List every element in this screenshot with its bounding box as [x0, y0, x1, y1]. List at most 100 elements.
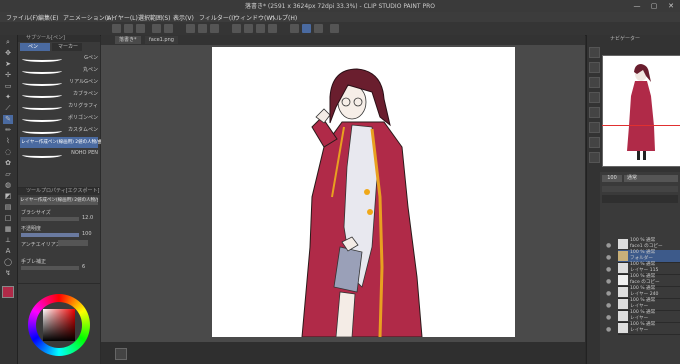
menu-window[interactable]: ウィンドウ(W) [234, 13, 275, 22]
brush-size-slider[interactable] [21, 217, 79, 221]
tool-property-header: ツールプロパティ[エクスポート] [18, 188, 100, 195]
material-icon[interactable] [589, 47, 600, 58]
menu-filter[interactable]: フィルター(I) [199, 13, 235, 22]
saturation-value-square[interactable] [43, 309, 75, 341]
auto-action-icon[interactable] [589, 137, 600, 148]
menu-layer[interactable]: レイヤー(L) [106, 13, 138, 22]
menu-edit[interactable]: 編集(E) [38, 13, 58, 22]
brush-name: カスタムペン [67, 127, 98, 133]
layer-row[interactable]: 100 % 通常 レイヤー [618, 322, 680, 335]
correct-line-tool-icon[interactable]: ↯ [3, 269, 13, 278]
eraser-tool-icon[interactable]: ▱ [3, 170, 13, 179]
airbrush-tool-icon[interactable]: ◌ [3, 148, 13, 157]
layer-visibility-icon[interactable]: ● [606, 242, 613, 249]
layer-visibility-icon[interactable]: ● [606, 254, 613, 261]
redo-icon[interactable] [164, 24, 173, 33]
menu-selection[interactable]: 選択範囲(S) [138, 13, 171, 22]
layer-visibility-icon[interactable]: ● [606, 314, 613, 321]
settings-icon[interactable] [330, 24, 339, 33]
menu-view[interactable]: 表示(V) [173, 13, 194, 22]
navigator-icon[interactable] [589, 62, 600, 73]
layer-visibility-icon[interactable]: ● [606, 290, 613, 297]
tab-document-1[interactable]: 落書き* [115, 36, 141, 44]
select-all-icon[interactable] [232, 24, 241, 33]
blend-mode-select[interactable]: 通常 [624, 175, 678, 182]
brush-item[interactable]: 丸ペン [20, 65, 98, 76]
balloon-tool-icon[interactable]: ◯ [3, 258, 13, 267]
snap-ruler-icon[interactable] [290, 24, 299, 33]
anti-alias-selector[interactable] [58, 240, 88, 246]
new-icon[interactable] [112, 24, 121, 33]
brush-item[interactable]: カリグラフィ [20, 101, 98, 112]
figure-tool-icon[interactable]: □ [3, 214, 13, 223]
layer-opacity-field[interactable]: 100 [602, 175, 622, 182]
move-layer-tool-icon[interactable]: ✢ [3, 71, 13, 80]
save-icon[interactable] [136, 24, 145, 33]
navigator-preview[interactable] [602, 55, 680, 167]
eyedropper-tool-icon[interactable]: ⟋ [3, 104, 13, 113]
brush-tool-icon[interactable]: ⌇ [3, 137, 13, 146]
canvas-paper[interactable] [212, 47, 515, 337]
minimize-button[interactable]: — [630, 1, 644, 11]
pen-tool-icon[interactable]: ✎ [3, 115, 13, 124]
brush-item[interactable]: カスタムペン [20, 125, 98, 136]
auto-select-tool-icon[interactable]: ✦ [3, 93, 13, 102]
deselect-icon[interactable] [244, 24, 253, 33]
menu-file[interactable]: ファイル(F) [6, 13, 38, 22]
layer-visibility-icon[interactable]: ● [606, 326, 613, 333]
gradient-tool-icon[interactable]: ▤ [3, 203, 13, 212]
layer-visibility-icon[interactable]: ● [606, 302, 613, 309]
brush-item[interactable]: ポリゴンペン [20, 113, 98, 124]
fill-tool-icon[interactable]: ◩ [3, 192, 13, 201]
blend-tool-icon[interactable]: ◍ [3, 181, 13, 190]
brush-size-value[interactable]: 12.0 [82, 215, 93, 221]
zoom-tool-icon[interactable]: ⌕ [3, 38, 13, 47]
undo-icon[interactable] [152, 24, 161, 33]
layer-visibility-icon[interactable]: ● [606, 266, 613, 273]
close-button[interactable]: ✕ [664, 1, 678, 11]
clear-icon[interactable] [186, 24, 195, 33]
history-icon[interactable] [589, 92, 600, 103]
stabilization-value[interactable]: 6 [82, 264, 85, 270]
navigator-toggle-icon[interactable] [115, 348, 127, 360]
layer-info: 100 % 通常 face1 のコピー [630, 238, 663, 249]
fill-icon[interactable] [198, 24, 207, 33]
subview-icon[interactable] [589, 77, 600, 88]
layer-opacity-slider[interactable] [602, 186, 678, 192]
item-bank-icon[interactable] [589, 152, 600, 163]
brush-item[interactable]: リアルGペン [20, 77, 98, 88]
move-tool-icon[interactable]: ✥ [3, 49, 13, 58]
canvas-status-bar [101, 342, 585, 364]
ruler-tool-icon[interactable]: ⟂ [3, 236, 13, 245]
stabilization-slider[interactable] [21, 266, 79, 270]
maximize-button[interactable]: ▢ [647, 1, 661, 11]
main-color-swatch[interactable] [2, 286, 14, 298]
layer-visibility-icon[interactable]: ● [606, 278, 613, 285]
frame-tool-icon[interactable]: ▦ [3, 225, 13, 234]
invert-selection-icon[interactable] [256, 24, 265, 33]
brush-item[interactable]: NOHO PEN [20, 149, 98, 160]
tab-marker[interactable]: マーカー [52, 43, 82, 51]
crop-icon[interactable] [268, 24, 277, 33]
selection-tool-icon[interactable]: ▭ [3, 82, 13, 91]
decoration-tool-icon[interactable]: ✿ [3, 159, 13, 168]
snap-grid-icon[interactable] [314, 24, 323, 33]
brush-item[interactable]: Gペン [20, 53, 98, 64]
transform-icon[interactable] [210, 24, 219, 33]
menu-help[interactable]: ヘルプ(H) [270, 13, 297, 22]
operation-tool-icon[interactable]: ➤ [3, 60, 13, 69]
brush-item-selected[interactable]: レイヤー作成ペン(線画用) 2値の人物/曲線 [20, 137, 107, 148]
subtool-panel-header: サブツール[ペン] [18, 35, 100, 42]
pencil-tool-icon[interactable]: ✏ [3, 126, 13, 135]
search-layer-icon[interactable] [589, 122, 600, 133]
layer-info: 100 % 通常 レイヤー [630, 298, 656, 309]
brush-item[interactable]: カブラペン [20, 89, 98, 100]
opacity-slider[interactable] [21, 233, 79, 237]
opacity-value[interactable]: 100 [82, 231, 92, 237]
tab-pen[interactable]: ペン [20, 43, 50, 51]
open-icon[interactable] [124, 24, 133, 33]
tab-document-2[interactable]: face1.png [145, 36, 178, 44]
layer-property-icon[interactable] [589, 107, 600, 118]
snap-special-ruler-icon[interactable] [302, 24, 311, 33]
text-tool-icon[interactable]: A [3, 247, 13, 256]
